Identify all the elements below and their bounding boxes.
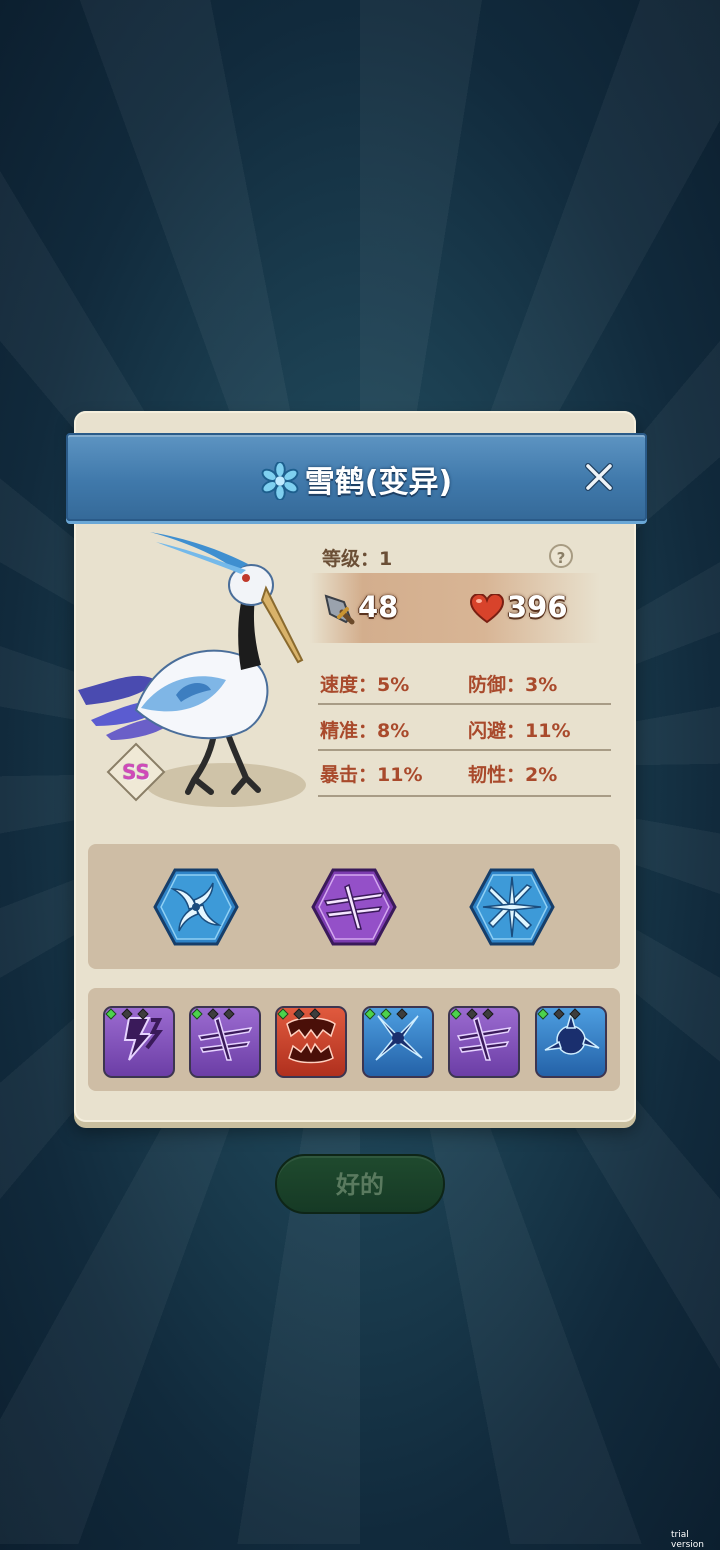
blue-swirl-skill-icon[interactable] [153, 867, 239, 947]
snowflake-element-icon [261, 461, 299, 500]
stat-divider [318, 703, 611, 705]
gene-level-pips [105, 1008, 149, 1020]
accuracy-stat: 精准：8% [320, 720, 410, 742]
speed-stat: 速度：5% [320, 674, 410, 696]
gene-level-pips [277, 1008, 321, 1020]
help-icon[interactable]: ? [549, 544, 573, 568]
close-icon[interactable] [584, 462, 614, 492]
blue-cross-skill-icon[interactable] [469, 867, 555, 947]
pet-portrait [78, 532, 306, 807]
fang-gene-icon[interactable] [275, 1006, 347, 1078]
ok-button[interactable]: 好的 [275, 1154, 445, 1214]
level-label: 等级：1 [322, 548, 393, 570]
gene-level-pips [537, 1008, 581, 1020]
toughness-stat: 韧性：2% [468, 764, 558, 786]
pet-title: 雪鹤(变异) [68, 457, 645, 501]
sword-attack-icon [324, 594, 355, 625]
slash-gene-icon[interactable] [448, 1006, 520, 1078]
dialog-header: 雪鹤(变异) [66, 433, 647, 521]
heart-hp-icon [470, 594, 504, 624]
pet-name: 雪鹤(变异) [304, 465, 453, 500]
dodge-stat: 闪避：11% [468, 720, 571, 742]
orb-gene-icon[interactable] [535, 1006, 607, 1078]
gene-level-pips [450, 1008, 494, 1020]
stat-divider [318, 795, 611, 797]
stat-divider [318, 749, 611, 751]
hp-value: 396 [507, 590, 568, 624]
purple-slash-skill-icon[interactable] [311, 867, 397, 947]
lightning-gene-icon[interactable] [103, 1006, 175, 1078]
rank-badge-label: SS [122, 760, 150, 784]
burst-gene-icon[interactable] [362, 1006, 434, 1078]
defense-stat: 防御：3% [468, 674, 558, 696]
trial-watermark: trial version [671, 1530, 704, 1550]
gene-level-pips [364, 1008, 408, 1020]
crit-stat: 暴击：11% [320, 764, 423, 786]
gene-level-pips [191, 1008, 235, 1020]
attack-value: 48 [358, 590, 399, 624]
slash-gene-icon[interactable] [189, 1006, 261, 1078]
